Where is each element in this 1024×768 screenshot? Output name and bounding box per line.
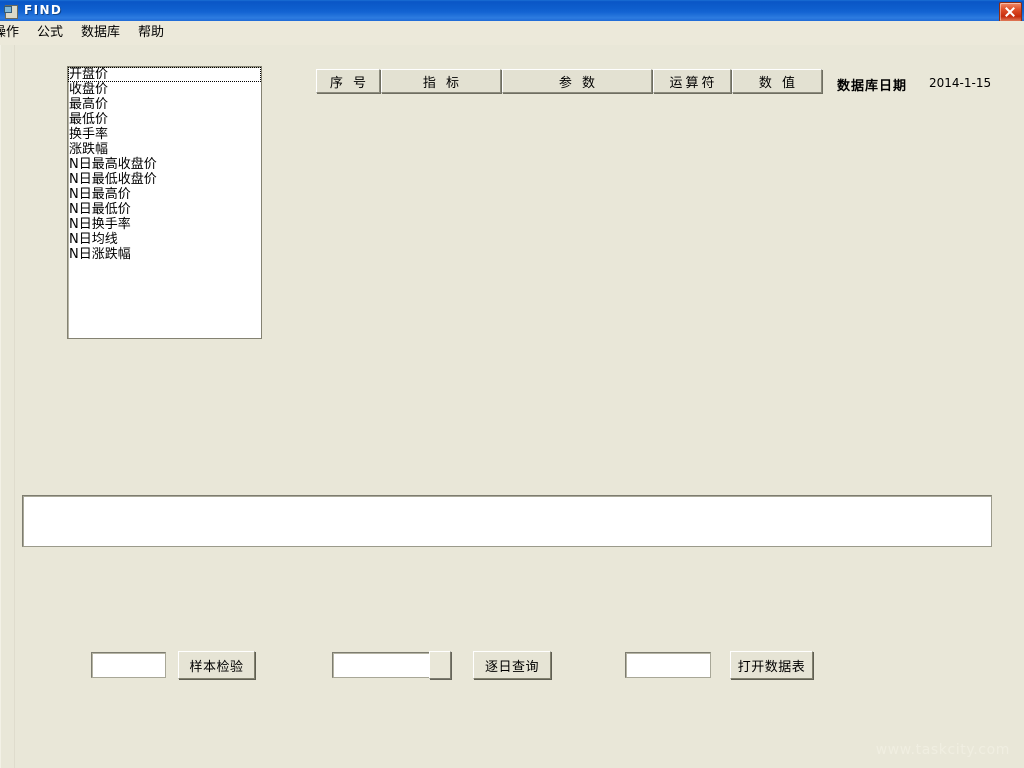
title-bar: FIND: [0, 0, 1024, 22]
window-title: FIND: [24, 3, 63, 17]
list-item[interactable]: N日涨跌幅: [68, 247, 261, 262]
sample-test-button[interactable]: 样本检验: [178, 651, 255, 679]
document-icon: [3, 3, 19, 19]
chevron-down-icon[interactable]: [429, 651, 451, 679]
database-date-value: 2014-1-15: [929, 76, 992, 90]
formula-text: [23, 496, 991, 502]
column-header-indicator[interactable]: 指 标: [381, 69, 501, 93]
menu-item-help[interactable]: 帮助: [129, 22, 173, 44]
title-bar-buttons: [999, 2, 1022, 22]
column-header-value[interactable]: 数 值: [732, 69, 822, 93]
client-area: 开盘价 收盘价 最高价 最低价 换手率 涨跌幅 N日最高收盘价 N日最低收盘价 …: [0, 45, 1024, 768]
list-item[interactable]: N日均线: [68, 232, 261, 247]
formula-textarea[interactable]: [22, 495, 992, 547]
menu-item-table-ops[interactable]: 表操作: [0, 22, 28, 44]
list-item[interactable]: N日最低价: [68, 202, 261, 217]
daily-combo-input[interactable]: [333, 653, 429, 677]
list-item[interactable]: 最低价: [68, 112, 261, 127]
column-header-index[interactable]: 序 号: [316, 69, 380, 93]
menu-item-database[interactable]: 数据库: [72, 22, 129, 44]
column-header-operator[interactable]: 运算符: [653, 69, 731, 93]
list-item[interactable]: 换手率: [68, 127, 261, 142]
column-header-params[interactable]: 参 数: [502, 69, 652, 93]
list-item[interactable]: 最高价: [68, 97, 261, 112]
menu-item-formula[interactable]: 公式: [28, 22, 72, 44]
list-item[interactable]: N日换手率: [68, 217, 261, 232]
list-item[interactable]: N日最低收盘价: [68, 172, 261, 187]
list-item[interactable]: 涨跌幅: [68, 142, 261, 157]
open-table-button[interactable]: 打开数据表: [730, 651, 813, 679]
sample-input[interactable]: [92, 653, 165, 677]
indicator-listbox[interactable]: 开盘价 收盘价 最高价 最低价 换手率 涨跌幅 N日最高收盘价 N日最低收盘价 …: [67, 66, 262, 339]
close-icon[interactable]: [999, 2, 1022, 22]
list-item[interactable]: 开盘价: [68, 67, 261, 82]
watermark: www.taskcity.com: [875, 742, 1010, 758]
application-window: FIND 表操作 公式 数据库 帮助 开盘价 收盘价 最高价 最低价 换手率 涨…: [0, 0, 1024, 768]
list-item[interactable]: N日最高收盘价: [68, 157, 261, 172]
daily-query-button[interactable]: 逐日查询: [473, 651, 551, 679]
table-input-wrapper[interactable]: [625, 652, 711, 678]
menu-bar: 表操作 公式 数据库 帮助: [0, 21, 1024, 46]
list-item[interactable]: N日最高价: [68, 187, 261, 202]
sample-input-wrapper[interactable]: [91, 652, 166, 678]
database-date-label: 数据库日期: [837, 79, 908, 94]
table-input[interactable]: [626, 653, 710, 677]
daily-combo-wrapper[interactable]: [332, 652, 430, 678]
list-item[interactable]: 收盘价: [68, 82, 261, 97]
